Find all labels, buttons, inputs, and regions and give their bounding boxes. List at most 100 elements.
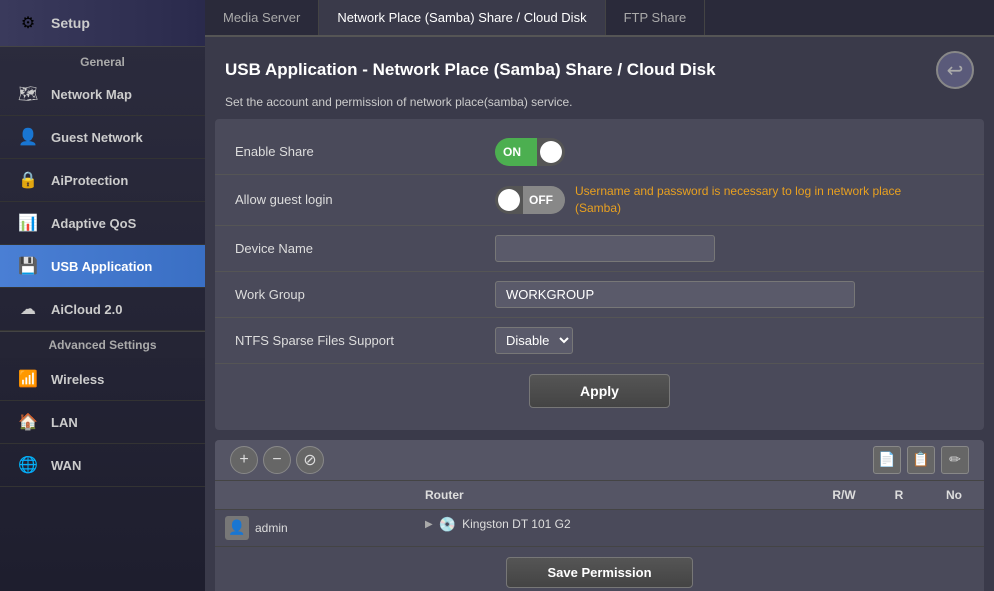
usb-application-icon: 💾 [15,253,41,279]
enable-share-row: Enable Share ON [215,129,984,175]
work-group-label: Work Group [235,287,495,302]
toggle-on-text: ON [495,138,537,166]
col-r: R [874,481,924,510]
content-header: USB Application - Network Place (Samba) … [205,37,994,95]
perm-right-actions: 📄 📋 ✏ [873,446,969,474]
adaptive-qos-icon: 📊 [15,210,41,236]
sidebar-item-aiprotection[interactable]: 🔒 AiProtection [0,159,205,202]
permissions-header-row: Router R/W R No [215,481,984,510]
page-title: USB Application - Network Place (Samba) … [225,60,716,80]
col-router: Router [415,481,814,510]
ntfs-row: NTFS Sparse Files Support Disable Enable [215,318,984,364]
col-user [215,481,415,510]
content-subtitle: Set the account and permission of networ… [205,95,994,119]
router-cell: ▶ 💿 Kingston DT 101 G2 [415,509,814,546]
perm-icon-2[interactable]: 📋 [907,446,935,474]
wan-icon: 🌐 [15,452,41,478]
sidebar-item-adaptive-qos[interactable]: 📊 Adaptive QoS [0,202,205,245]
allow-guest-label: Allow guest login [235,192,495,207]
guest-network-icon: 👤 [15,124,41,150]
device-name-row: Device Name [215,226,984,272]
wireless-icon: 📶 [15,366,41,392]
allow-guest-row: Allow guest login OFF Username and passw… [215,175,984,226]
guest-network-label: Guest Network [51,130,143,145]
advanced-settings-label: Advanced Settings [0,331,205,358]
settings-form: Enable Share ON Allow guest login OFF U [215,119,984,430]
work-group-input[interactable] [495,281,855,308]
device-name-value [495,235,964,262]
work-group-row: Work Group [215,272,984,318]
save-permission-row: Save Permission [215,547,984,591]
wan-label: WAN [51,458,81,473]
user-cell: 👤 admin [215,509,415,546]
tab-media-server[interactable]: Media Server [205,0,319,35]
lan-label: LAN [51,415,78,430]
tab-bar: Media Server Network Place (Samba) Share… [205,0,994,37]
aicloud-icon: ☁ [15,296,41,322]
ntfs-label: NTFS Sparse Files Support [235,333,495,348]
apply-button[interactable]: Apply [529,374,670,408]
sidebar-item-usb-application[interactable]: 💾 USB Application [0,245,205,288]
work-group-value [495,281,964,308]
col-rw: R/W [814,481,874,510]
toggle-off-handle [498,189,520,211]
enable-share-toggle[interactable]: ON [495,138,565,166]
perm-actions: + − ⊘ [230,446,324,474]
ntfs-value: Disable Enable [495,327,964,354]
sidebar: ⚙ Setup General 🗺 Network Map 👤 Guest Ne… [0,0,205,591]
guest-warning-text: Username and password is necessary to lo… [575,183,935,217]
apply-row: Apply [215,364,984,420]
username-label: admin [255,521,288,535]
aiprotection-label: AiProtection [51,173,128,188]
toggle-off-text: OFF [523,186,565,214]
add-user-button[interactable]: + [230,446,258,474]
sidebar-item-network-map[interactable]: 🗺 Network Map [0,73,205,116]
sidebar-item-lan[interactable]: 🏠 LAN [0,401,205,444]
rw-cell [814,509,874,546]
remove-user-button[interactable]: − [263,446,291,474]
drive-label: Kingston DT 101 G2 [462,517,571,531]
sidebar-setup-item[interactable]: ⚙ Setup [0,0,205,47]
save-permission-button[interactable]: Save Permission [506,557,692,588]
tab-samba-share[interactable]: Network Place (Samba) Share / Cloud Disk [319,0,605,35]
perm-icon-3[interactable]: ✏ [941,446,969,474]
content-area: USB Application - Network Place (Samba) … [205,37,994,591]
no-cell [924,509,984,546]
aiprotection-icon: 🔒 [15,167,41,193]
network-map-label: Network Map [51,87,132,102]
expand-icon: ▶ [425,519,433,530]
ntfs-select[interactable]: Disable Enable [495,327,573,354]
back-button[interactable]: ↩ [936,51,974,89]
sidebar-item-aicloud[interactable]: ☁ AiCloud 2.0 [0,288,205,331]
setup-icon: ⚙ [15,10,41,36]
table-row: 👤 admin ▶ 💿 Kingston DT 101 G2 [215,509,984,546]
aicloud-label: AiCloud 2.0 [51,302,123,317]
main-content: Media Server Network Place (Samba) Share… [205,0,994,591]
usb-application-label: USB Application [51,259,152,274]
permissions-table: Router R/W R No 👤 admin [215,481,984,547]
drive-icon: 💿 [439,516,456,533]
permissions-toolbar: + − ⊘ 📄 📋 ✏ [215,440,984,481]
lan-icon: 🏠 [15,409,41,435]
sidebar-item-guest-network[interactable]: 👤 Guest Network [0,116,205,159]
toggle-handle [540,141,562,163]
setup-label: Setup [51,15,90,31]
allow-guest-toggle[interactable]: OFF [495,186,565,214]
user-cell-inner: 👤 admin [225,516,405,540]
edit-user-button[interactable]: ⊘ [296,446,324,474]
allow-guest-value: OFF Username and password is necessary t… [495,183,964,217]
sidebar-item-wan[interactable]: 🌐 WAN [0,444,205,487]
permissions-area: + − ⊘ 📄 📋 ✏ Router R/W R [215,440,984,591]
tab-ftp-share[interactable]: FTP Share [606,0,706,35]
enable-share-label: Enable Share [235,144,495,159]
sidebar-item-wireless[interactable]: 📶 Wireless [0,358,205,401]
router-item: ▶ 💿 Kingston DT 101 G2 [425,516,804,533]
adaptive-qos-label: Adaptive QoS [51,216,136,231]
device-name-input[interactable] [495,235,715,262]
perm-icon-1[interactable]: 📄 [873,446,901,474]
general-section-label: General [0,47,205,73]
device-name-label: Device Name [235,241,495,256]
avatar: 👤 [225,516,249,540]
r-cell [874,509,924,546]
network-map-icon: 🗺 [15,81,41,107]
